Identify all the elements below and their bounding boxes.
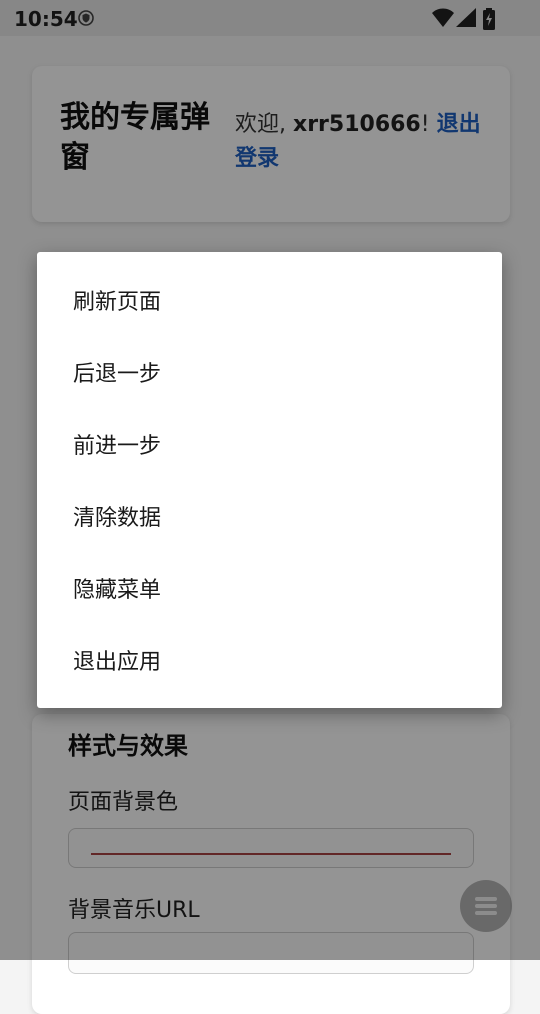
menu-item-hide-menu[interactable]: 隐藏菜单 [37,552,502,624]
popup-menu: 刷新页面 后退一步 前进一步 清除数据 隐藏菜单 退出应用 [37,252,502,708]
menu-item-exit-app[interactable]: 退出应用 [37,624,502,696]
menu-item-forward[interactable]: 前进一步 [37,408,502,480]
menu-item-refresh[interactable]: 刷新页面 [37,264,502,336]
menu-item-back[interactable]: 后退一步 [37,336,502,408]
menu-item-clear-data[interactable]: 清除数据 [37,480,502,552]
